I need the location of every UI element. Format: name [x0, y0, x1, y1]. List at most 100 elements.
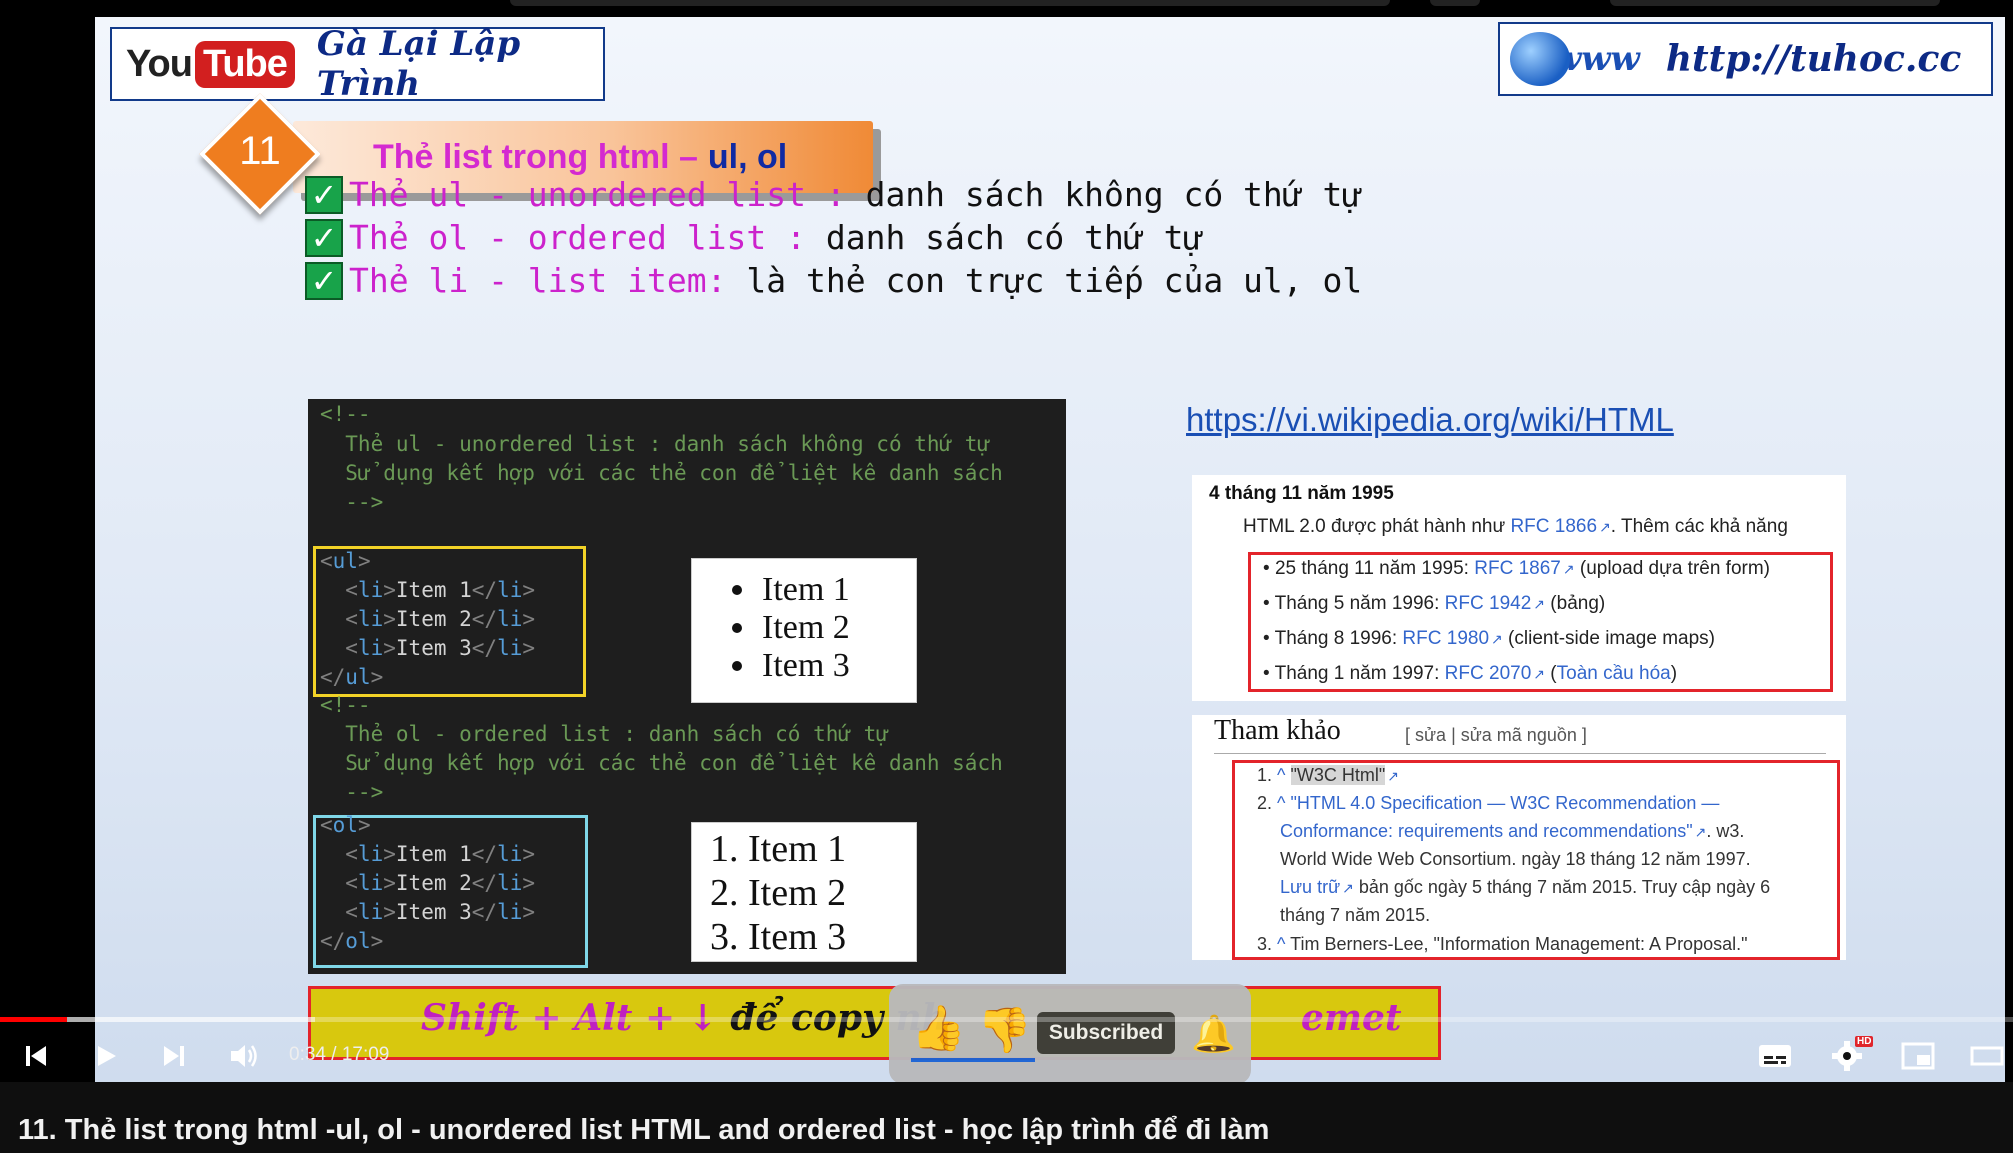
code-ol-close: </ol>	[320, 929, 384, 953]
reference-item: 3. ^ Tim Berners-Lee, "Information Manag…	[1257, 934, 1748, 954]
code-li-line: <li>Item 3</li>	[345, 636, 536, 660]
code-ul-open: <ul>	[320, 549, 371, 573]
reference-line: World Wide Web Consortium. ngày 18 tháng…	[1280, 849, 1751, 869]
external-link-icon: ↗	[1562, 561, 1575, 577]
code-comment-line: -->	[320, 780, 384, 804]
list-item: 3. Item 3	[710, 916, 847, 958]
external-link-icon: ↗	[1491, 631, 1503, 647]
volume-icon[interactable]	[224, 1030, 264, 1082]
list-item-text: Item 1	[762, 571, 850, 608]
hd-badge: HD	[1855, 1036, 1874, 1047]
code-li-line: <li>Item 2</li>	[345, 871, 536, 895]
player-controls: 0:34 / 17:09 HD	[0, 1030, 2013, 1082]
play-icon[interactable]	[86, 1030, 126, 1082]
code-comment-line: <!--	[320, 693, 371, 717]
subtitles-icon[interactable]	[1754, 1030, 1796, 1082]
code-ul-close: </ul>	[320, 665, 384, 689]
list-item: Item 3	[712, 647, 916, 685]
time-display: 0:34 / 17:09	[289, 1044, 390, 1065]
code-li-line: <li>Item 1</li>	[345, 842, 536, 866]
bullet-description: danh sách có thứ tự	[805, 218, 1204, 257]
external-link-icon: ↗	[1342, 880, 1354, 896]
list-item: 2. Item 2	[710, 872, 847, 914]
list-item: • Tháng 5 năm 1996: RFC 1942 ↗ (bảng)	[1263, 593, 1606, 614]
external-link-icon: ↗	[1599, 519, 1611, 535]
bullet-keyword: Thẻ ol - ordered list :	[349, 218, 806, 257]
ol-rendered-preview: 1. Item 1 2. Item 2 3. Item 3	[691, 822, 917, 962]
previous-icon[interactable]	[16, 1030, 56, 1082]
video-frame-slide: You Tube Gà Lại Lập Trình www http://tuh…	[95, 17, 2005, 1082]
ul-rendered-preview: Item 1 Item 2 Item 3	[691, 558, 917, 703]
bullet-dot-icon	[732, 623, 742, 633]
code-comment-line: <!--	[320, 402, 371, 426]
code-li-line: <li>Item 2</li>	[345, 607, 536, 631]
channel-name: Gà Lại Lập Trình	[316, 24, 521, 104]
globe-icon	[1510, 32, 1570, 86]
bullet-ol: ✓ Thẻ ol - ordered list : danh sách có t…	[305, 218, 1203, 257]
reference-item: 1. ^ "W3C Html" ↗	[1257, 765, 1400, 785]
reference-line: tháng 7 năm 2015.	[1280, 905, 1431, 925]
next-icon[interactable]	[154, 1030, 194, 1082]
divider	[1214, 753, 1826, 754]
wiki-intro: HTML 2.0 được phát hành như RFC 1866 ↗. T…	[1243, 516, 1788, 537]
site-url: http://tuhoc.cc	[1665, 38, 1962, 80]
channel-brand-box: You Tube Gà Lại Lập Trình	[110, 24, 605, 104]
wiki-highlight-box: • 25 tháng 11 năm 1995: RFC 1867 ↗ (uploa…	[1248, 552, 1833, 692]
external-link-icon: ↗	[1533, 596, 1546, 612]
references-heading: Tham khảo	[1214, 715, 1341, 746]
list-item: 1. Item 1	[710, 828, 847, 870]
checkbox-checked-icon: ✓	[305, 175, 343, 214]
top-actions-ghost	[1610, 0, 1940, 6]
list-item: • 25 tháng 11 năm 1995: RFC 1867 ↗ (uploa…	[1263, 558, 1771, 579]
list-item: • Tháng 8 1996: RFC 1980 ↗ (client-side i…	[1263, 628, 1716, 649]
references-edit-links: [ sửa | sửa mã nguồn ]	[1405, 725, 1587, 745]
bullet-dot-icon	[732, 661, 742, 671]
logo-tube-text: Tube	[194, 40, 295, 88]
reference-line: Conformance: requirements and recommenda…	[1280, 821, 1745, 841]
bullet-keyword: Thẻ li - list item:	[349, 261, 727, 300]
checkbox-checked-icon: ✓	[305, 261, 343, 300]
code-comment-line: Sử dụng kết hợp với các thẻ con để liệt …	[320, 461, 1003, 485]
code-comment-line: -->	[320, 490, 384, 514]
bullet-dot-icon	[732, 585, 742, 595]
code-li-line: <li>Item 3</li>	[345, 900, 536, 924]
code-comment-line: Thẻ ul - unordered list : danh sách khôn…	[320, 432, 991, 456]
bullet-keyword: Thẻ ul - unordered list :	[349, 175, 846, 214]
theater-mode-icon[interactable]	[1966, 1030, 2008, 1082]
progress-played	[0, 1017, 67, 1022]
code-comment-line: Thẻ ol - ordered list : danh sách có thứ…	[320, 722, 889, 746]
code-comment-line: Sử dụng kết hợp với các thẻ con để liệt …	[320, 751, 1003, 775]
site-brand-box: www http://tuhoc.cc	[1498, 22, 1993, 96]
external-link-icon: ↗	[1694, 824, 1707, 840]
references-highlight-box: 1. ^ "W3C Html" ↗ 2. ^ "HTML 4.0 Specific…	[1232, 760, 1840, 960]
code-ol-open: <ol>	[320, 813, 371, 837]
wikipedia-link: https://vi.wikipedia.org/wiki/HTML	[1186, 401, 1674, 438]
bullet-ul: ✓ Thẻ ul - unordered list : danh sách kh…	[305, 175, 1362, 214]
wiki-date: 4 tháng 11 năm 1995	[1209, 483, 1394, 504]
list-item-text: Item 2	[762, 609, 850, 646]
code-li-line: <li>Item 1</li>	[345, 578, 536, 602]
list-item: • Tháng 1 năm 1997: RFC 2070 ↗ (Toàn cầu …	[1263, 663, 1678, 684]
miniplayer-icon[interactable]	[1897, 1030, 1939, 1082]
wiki-history-card: 4 tháng 11 năm 1995 HTML 2.0 được phát h…	[1192, 475, 1846, 701]
bullet-li: ✓ Thẻ li - list item: là thẻ con trực ti…	[305, 261, 1362, 300]
lesson-number: 11	[239, 129, 281, 173]
code-editor-panel: <!-- Thẻ ul - unordered list : danh sách…	[308, 399, 1066, 974]
video-title: 11. Thẻ list trong html -ul, ol - unorde…	[18, 1114, 1270, 1146]
youtube-logo-icon: You Tube	[126, 40, 295, 88]
search-bar-ghost	[510, 0, 1390, 6]
lesson-title: Thẻ list trong html –	[373, 137, 698, 176]
external-link-icon: ↗	[1533, 666, 1546, 682]
logo-you-text: You	[126, 42, 193, 85]
video-player[interactable]: You Tube Gà Lại Lập Trình www http://tuh…	[0, 0, 2013, 1082]
reference-item: 2. ^ "HTML 4.0 Specification — W3C Recom…	[1257, 793, 1720, 813]
wiki-references-card: Tham khảo [ sửa | sửa mã nguồn ] 1. ^ "W…	[1192, 715, 1846, 960]
checkbox-checked-icon: ✓	[305, 218, 343, 257]
external-link-icon: ↗	[1387, 768, 1400, 784]
list-item: Item 2	[712, 609, 916, 647]
bullet-description: là thẻ con trực tiếp của ul, ol	[726, 261, 1363, 300]
list-item-text: Item 3	[762, 647, 850, 684]
bullet-description: danh sách không có thứ tự	[845, 175, 1363, 214]
voice-search-ghost	[1430, 0, 1480, 6]
reference-line: Lưu trữ ↗ bản gốc ngày 5 tháng 7 năm 2015…	[1280, 877, 1771, 897]
